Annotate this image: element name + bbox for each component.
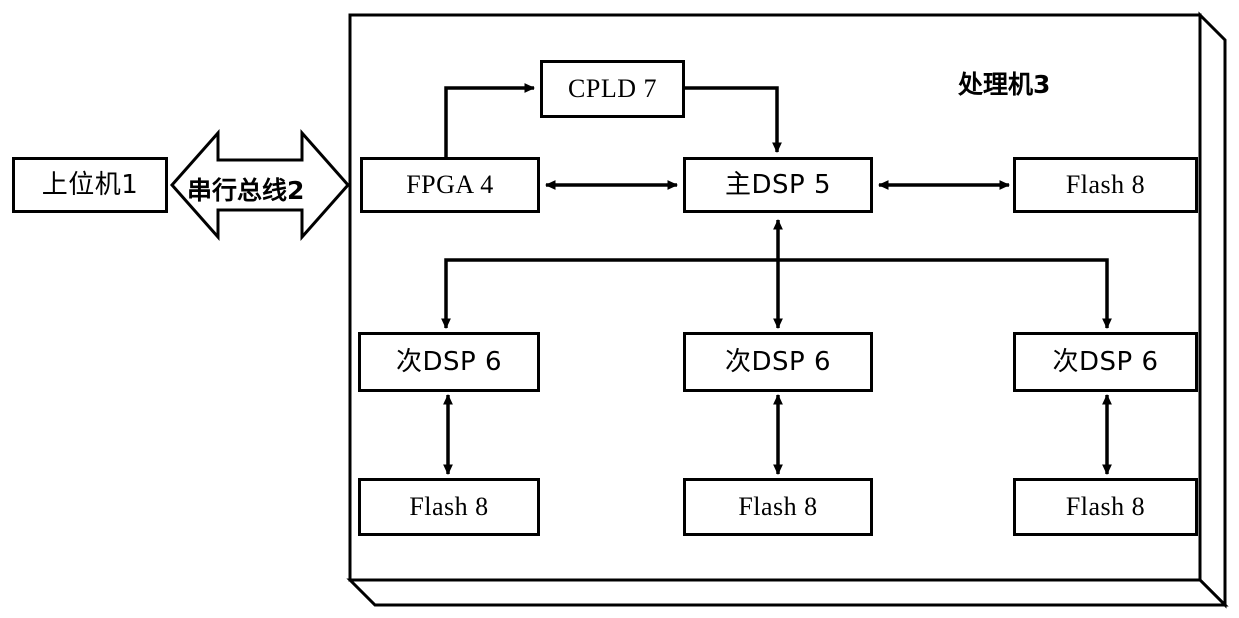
node-main-dsp[interactable]: 主DSP 5 bbox=[683, 157, 873, 213]
node-fpga-label: FPGA 4 bbox=[406, 170, 494, 199]
diagram-canvas: 上位机1 FPGA 4 CPLD 7 主DSP 5 Flash 8 次DSP 6… bbox=[0, 0, 1239, 618]
node-main-dsp-label: 主DSP 5 bbox=[724, 170, 831, 200]
node-sub-dsp-center-label: 次DSP 6 bbox=[724, 347, 831, 377]
node-host-label: 上位机1 bbox=[41, 170, 139, 200]
node-sub-flash-center-label: Flash 8 bbox=[738, 492, 818, 521]
node-fpga[interactable]: FPGA 4 bbox=[360, 157, 540, 213]
node-sub-dsp-right[interactable]: 次DSP 6 bbox=[1013, 332, 1198, 392]
node-sub-dsp-left[interactable]: 次DSP 6 bbox=[358, 332, 540, 392]
node-cpld[interactable]: CPLD 7 bbox=[540, 60, 685, 118]
node-sub-flash-center[interactable]: Flash 8 bbox=[683, 478, 873, 536]
node-main-flash[interactable]: Flash 8 bbox=[1013, 157, 1198, 213]
node-sub-dsp-center[interactable]: 次DSP 6 bbox=[683, 332, 873, 392]
node-host[interactable]: 上位机1 bbox=[12, 157, 168, 213]
node-main-flash-label: Flash 8 bbox=[1065, 170, 1146, 199]
node-sub-flash-left-label: Flash 8 bbox=[409, 492, 489, 521]
node-cpld-label: CPLD 7 bbox=[568, 74, 657, 103]
node-sub-flash-right-label: Flash 8 bbox=[1065, 492, 1146, 521]
serial-bus-label: 串行总线2 bbox=[187, 176, 305, 205]
node-sub-flash-right[interactable]: Flash 8 bbox=[1013, 478, 1198, 536]
node-sub-dsp-right-label: 次DSP 6 bbox=[1052, 347, 1159, 377]
node-sub-dsp-left-label: 次DSP 6 bbox=[395, 347, 502, 377]
processor-enclosure-label: 处理机3 bbox=[958, 70, 1051, 99]
node-sub-flash-left[interactable]: Flash 8 bbox=[358, 478, 540, 536]
